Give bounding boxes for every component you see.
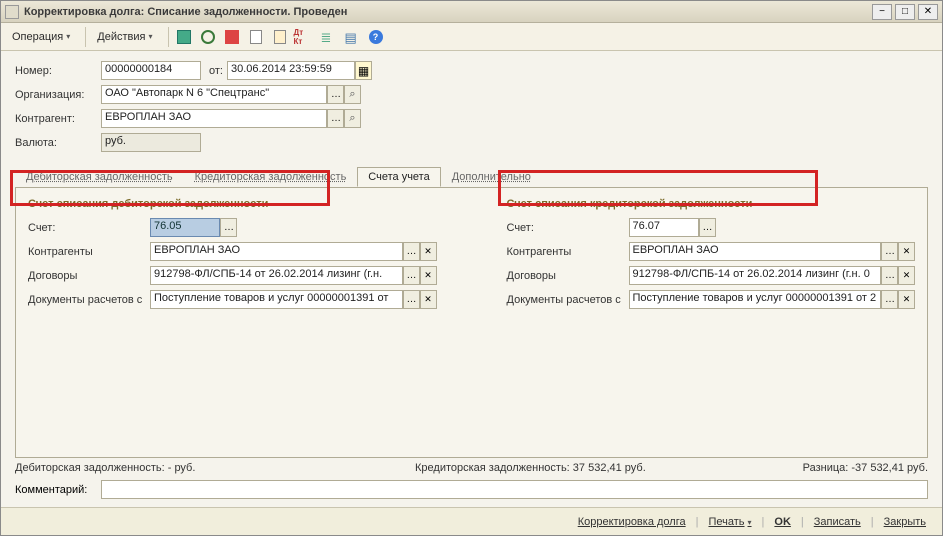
creditor-summary: Кредиторская задолженность: 37 532,41 ру… bbox=[415, 462, 748, 474]
creditor-account-select[interactable]: … bbox=[699, 218, 716, 237]
toolbar-separator bbox=[168, 27, 169, 47]
debtor-docs-input[interactable]: Поступление товаров и услуг 00000001391 … bbox=[150, 290, 403, 309]
creditor-contract-clear[interactable]: ✕ bbox=[898, 266, 915, 285]
save-icon[interactable] bbox=[173, 26, 195, 48]
creditor-contract-select[interactable]: … bbox=[881, 266, 898, 285]
creditor-counterparty-input[interactable]: ЕВРОПЛАН ЗАО bbox=[629, 242, 882, 261]
comment-row: Комментарий: bbox=[1, 478, 942, 507]
counterparty-input[interactable]: ЕВРОПЛАН ЗАО bbox=[101, 109, 327, 128]
currency-input: руб. bbox=[101, 133, 201, 152]
counterparties-label: Контрагенты bbox=[28, 246, 150, 258]
creditor-group-title: Счет списания кредиторской задолженности bbox=[507, 198, 916, 210]
comment-label: Комментарий: bbox=[15, 484, 101, 496]
toolbar-separator bbox=[85, 27, 86, 47]
tab-debtor[interactable]: Дебиторская задолженность bbox=[15, 167, 184, 187]
undo-icon[interactable] bbox=[221, 26, 243, 48]
debtor-contract-select[interactable]: … bbox=[403, 266, 420, 285]
calendar-button[interactable]: ▦ bbox=[355, 61, 372, 80]
docs-label: Документы расчетов с bbox=[507, 294, 629, 306]
creditor-docs-select[interactable]: … bbox=[881, 290, 898, 309]
tabs: Дебиторская задолженность Кредиторская з… bbox=[1, 167, 942, 187]
debtor-column: Счет списания дебиторской задолженности … bbox=[28, 198, 437, 314]
debtor-docs-select[interactable]: … bbox=[403, 290, 420, 309]
debtor-summary: Дебиторская задолженность: - руб. bbox=[15, 462, 415, 474]
number-input[interactable]: 00000000184 bbox=[101, 61, 201, 80]
close-button[interactable]: Закрыть bbox=[880, 516, 930, 528]
contracts-label: Договоры bbox=[507, 270, 629, 282]
counterparties-label: Контрагенты bbox=[507, 246, 629, 258]
app-icon bbox=[5, 5, 19, 19]
account-label: Счет: bbox=[507, 222, 629, 234]
help-icon[interactable]: ? bbox=[365, 26, 387, 48]
counterparty-select-button[interactable]: … bbox=[327, 109, 344, 128]
operation-menu[interactable]: Операция bbox=[5, 26, 77, 48]
tab-creditor[interactable]: Кредиторская задолженность bbox=[184, 167, 358, 187]
diff-summary: Разница: -37 532,41 руб. bbox=[748, 462, 928, 474]
date-input[interactable]: 30.06.2014 23:59:59 bbox=[227, 61, 355, 80]
org-label: Организация: bbox=[15, 89, 101, 101]
doc2-icon[interactable] bbox=[269, 26, 291, 48]
org-search-button[interactable] bbox=[344, 85, 361, 104]
window-buttons: − □ ✕ bbox=[872, 4, 938, 20]
print-button[interactable]: Печать bbox=[704, 516, 755, 528]
tab-additional[interactable]: Дополнительно bbox=[441, 167, 542, 187]
creditor-contract-input[interactable]: 912798-ФЛ/СПБ-14 от 26.02.2014 лизинг (г… bbox=[629, 266, 882, 285]
main-window: Корректировка долга: Списание задолженно… bbox=[0, 0, 943, 536]
toolbar: Операция Действия Дт Кт ? bbox=[1, 23, 942, 51]
debtor-counterparty-clear[interactable]: ✕ bbox=[420, 242, 437, 261]
account-label: Счет: bbox=[28, 222, 150, 234]
maximize-button[interactable]: □ bbox=[895, 4, 915, 20]
correction-link[interactable]: Корректировка долга bbox=[574, 516, 690, 528]
write-button[interactable]: Записать bbox=[810, 516, 865, 528]
debtor-account-input[interactable]: 76.05 bbox=[150, 218, 220, 237]
number-label: Номер: bbox=[15, 65, 101, 77]
creditor-column: Счет списания кредиторской задолженности… bbox=[507, 198, 916, 314]
doc1-icon[interactable] bbox=[245, 26, 267, 48]
creditor-counterparty-select[interactable]: … bbox=[881, 242, 898, 261]
dtkt-icon[interactable]: Дт Кт bbox=[293, 26, 315, 48]
comment-input[interactable] bbox=[101, 480, 928, 499]
counterparty-label: Контрагент: bbox=[15, 113, 101, 125]
creditor-account-input[interactable]: 76.07 bbox=[629, 218, 699, 237]
debtor-contract-clear[interactable]: ✕ bbox=[420, 266, 437, 285]
window-title: Корректировка долга: Списание задолженно… bbox=[24, 6, 872, 18]
form-area: Номер: 00000000184 от: 30.06.2014 23:59:… bbox=[1, 51, 942, 163]
debtor-counterparty-select[interactable]: … bbox=[403, 242, 420, 261]
debtor-account-select[interactable]: … bbox=[220, 218, 237, 237]
debtor-contract-input[interactable]: 912798-ФЛ/СПБ-14 от 26.02.2014 лизинг (г… bbox=[150, 266, 403, 285]
org-input[interactable]: ОАО "Автопарк N 6 "Спецтранс" bbox=[101, 85, 327, 104]
ok-button[interactable]: OK bbox=[770, 516, 795, 528]
minimize-button[interactable]: − bbox=[872, 4, 892, 20]
summary-bar: Дебиторская задолженность: - руб. Кредит… bbox=[1, 458, 942, 478]
contracts-label: Договоры bbox=[28, 270, 150, 282]
structure-icon[interactable] bbox=[317, 26, 339, 48]
creditor-counterparty-clear[interactable]: ✕ bbox=[898, 242, 915, 261]
creditor-docs-input[interactable]: Поступление товаров и услуг 00000001391 … bbox=[629, 290, 882, 309]
org-select-button[interactable]: … bbox=[327, 85, 344, 104]
docs-label: Документы расчетов с bbox=[28, 294, 150, 306]
bottombar: Корректировка долга | Печать | OK | Запи… bbox=[1, 507, 942, 535]
currency-label: Валюта: bbox=[15, 137, 101, 149]
close-window-button[interactable]: ✕ bbox=[918, 4, 938, 20]
counterparty-search-button[interactable] bbox=[344, 109, 361, 128]
refresh-icon[interactable] bbox=[197, 26, 219, 48]
debtor-counterparty-input[interactable]: ЕВРОПЛАН ЗАО bbox=[150, 242, 403, 261]
debtor-docs-clear[interactable]: ✕ bbox=[420, 290, 437, 309]
debtor-group-title: Счет списания дебиторской задолженности bbox=[28, 198, 437, 210]
accounts-panel: Счет списания дебиторской задолженности … bbox=[15, 187, 928, 458]
titlebar: Корректировка долга: Списание задолженно… bbox=[1, 1, 942, 23]
list-icon[interactable] bbox=[341, 26, 363, 48]
from-label: от: bbox=[201, 65, 227, 77]
actions-menu[interactable]: Действия bbox=[90, 26, 159, 48]
tab-accounts[interactable]: Счета учета bbox=[357, 167, 440, 187]
creditor-docs-clear[interactable]: ✕ bbox=[898, 290, 915, 309]
